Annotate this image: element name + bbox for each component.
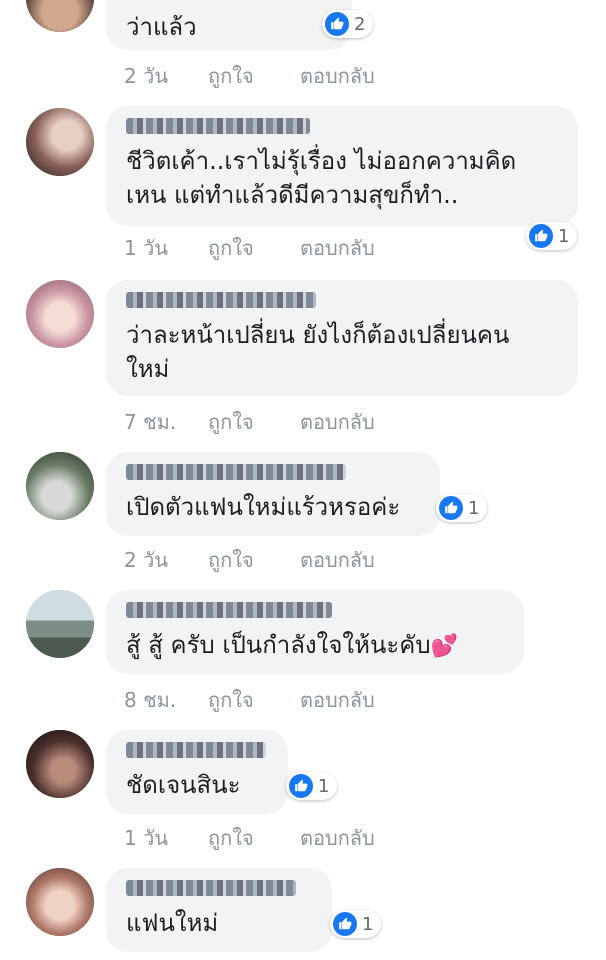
reaction-count[interactable]: 1: [286, 772, 338, 800]
commenter-name[interactable]: [126, 464, 346, 480]
avatar[interactable]: [26, 108, 94, 176]
comment-text: สู้ สู้ ครับ เป็นกำลังใจให้นะคับ💕: [126, 628, 504, 664]
reply-link[interactable]: ตอบกลับ: [300, 60, 375, 92]
reaction-count[interactable]: 1: [436, 494, 488, 522]
avatar[interactable]: [26, 452, 94, 520]
avatar[interactable]: [26, 280, 94, 348]
reaction-number: 2: [354, 13, 366, 35]
comment-bubble: ชีวิตเค้า..เราไม่รุ้เรื่อง ไม่ออกความคิด…: [106, 106, 578, 226]
thumbs-up-icon: [439, 496, 463, 520]
commenter-name[interactable]: [126, 602, 332, 618]
comment-time: 2 วัน: [124, 64, 168, 88]
comment-text: ว่าละหน้าเปลี่ยน ยังไงก็ต้องเปลี่ยนคน ให…: [126, 321, 510, 383]
comment-time: 8 ชม.: [124, 688, 177, 712]
like-link[interactable]: ถูกใจ: [208, 544, 300, 576]
comment-time: 1 วัน: [124, 826, 168, 850]
commenter-name[interactable]: [126, 292, 316, 308]
comment-bubble: สู้ สู้ ครับ เป็นกำลังใจให้นะคับ💕: [106, 590, 524, 674]
comment-bubble: ว่าละหน้าเปลี่ยน ยังไงก็ต้องเปลี่ยนคน ให…: [106, 280, 578, 396]
reaction-number: 1: [318, 775, 330, 797]
comment-time: 2 วัน: [124, 548, 168, 572]
reaction-number: 1: [558, 225, 570, 247]
comment-text: ว่าแล้ว: [126, 13, 197, 41]
thumbs-up-icon: [289, 774, 313, 798]
reply-link[interactable]: ตอบกลับ: [300, 822, 375, 854]
comment-time: 7 ชม.: [124, 410, 177, 434]
comment-text: ชีวิตเค้า..เราไม่รุ้เรื่อง ไม่ออกความคิด…: [126, 147, 517, 209]
comment-text: ชัดเจนสินะ: [126, 771, 241, 799]
like-link[interactable]: ถูกใจ: [208, 406, 300, 438]
thumbs-up-icon: [529, 224, 553, 248]
like-link[interactable]: ถูกใจ: [208, 60, 300, 92]
commenter-name[interactable]: [126, 742, 266, 758]
reply-link[interactable]: ตอบกลับ: [300, 232, 375, 264]
comment-text: แฟนใหม่: [126, 909, 219, 937]
comment-bubble: ว่าแล้ว: [106, 0, 352, 50]
comment-bubble: ชัดเจนสินะ: [106, 730, 288, 814]
like-link[interactable]: ถูกใจ: [208, 822, 300, 854]
reaction-count[interactable]: 1: [526, 222, 578, 250]
avatar[interactable]: [26, 0, 94, 32]
commenter-name[interactable]: [126, 880, 296, 896]
reply-link[interactable]: ตอบกลับ: [300, 406, 375, 438]
reply-link[interactable]: ตอบกลับ: [300, 544, 375, 576]
comment-time: 1 วัน: [124, 236, 168, 260]
comment-text-content: สู้ สู้ ครับ เป็นกำลังใจให้นะคับ: [126, 631, 431, 659]
reaction-number: 1: [362, 913, 374, 935]
reaction-count[interactable]: 1: [330, 910, 382, 938]
comment-text: เปิดตัวแฟนใหม่แร้วหรอค่ะ: [126, 493, 401, 521]
avatar[interactable]: [26, 868, 94, 936]
two-hearts-icon: 💕: [430, 634, 458, 659]
thumbs-up-icon: [325, 12, 349, 36]
reply-link[interactable]: ตอบกลับ: [300, 684, 375, 716]
thumbs-up-icon: [333, 912, 357, 936]
reaction-count[interactable]: 2: [322, 10, 374, 38]
comment-bubble: แฟนใหม่: [106, 868, 332, 952]
avatar[interactable]: [26, 730, 94, 798]
commenter-name[interactable]: [126, 118, 310, 134]
reaction-number: 1: [468, 497, 480, 519]
comment-bubble: เปิดตัวแฟนใหม่แร้วหรอค่ะ: [106, 452, 440, 536]
like-link[interactable]: ถูกใจ: [208, 684, 300, 716]
avatar[interactable]: [26, 590, 94, 658]
like-link[interactable]: ถูกใจ: [208, 232, 300, 264]
